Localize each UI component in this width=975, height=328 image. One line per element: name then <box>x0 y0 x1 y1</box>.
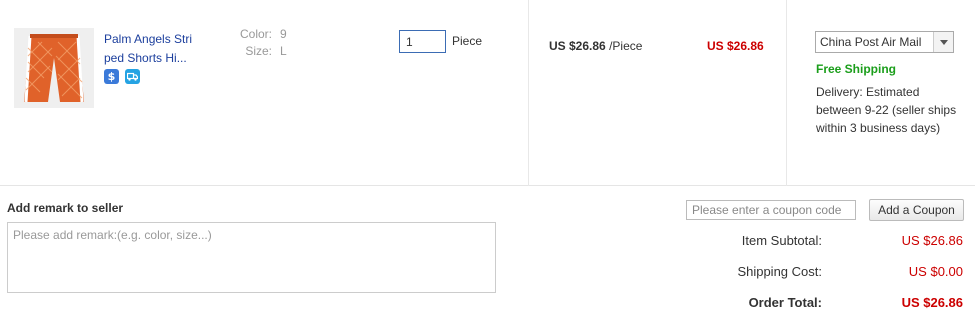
quantity-input[interactable] <box>399 30 446 53</box>
delivery-estimate: Delivery: Estimated between 9-22 (seller… <box>816 85 957 135</box>
remark-textarea[interactable] <box>7 222 496 293</box>
column-divider <box>528 0 529 186</box>
column-divider <box>786 0 787 186</box>
attribute-color: Color: 9 <box>232 26 287 43</box>
attribute-size: Size: L <box>232 43 287 60</box>
product-thumbnail[interactable] <box>14 28 94 108</box>
shipping-cost-label: Shipping Cost: <box>737 264 822 279</box>
add-coupon-button[interactable]: Add a Coupon <box>869 199 964 221</box>
item-subtotal-value: US $26.86 <box>901 233 963 248</box>
unit-price: US $26.86 /Piece <box>549 39 642 53</box>
coupon-code-input[interactable] <box>686 200 856 220</box>
shipping-badge-icon[interactable] <box>125 69 140 84</box>
dollar-badge-icon[interactable]: $ <box>104 69 119 84</box>
shipping-method-select[interactable]: China Post Air Mail <box>815 31 954 53</box>
free-shipping-label: Free Shipping <box>816 62 897 76</box>
chevron-down-icon[interactable] <box>933 32 953 52</box>
order-item-row: Palm Angels Stri ped Shorts Hi... $ Colo… <box>0 0 975 186</box>
product-attributes: Color: 9 Size: L <box>232 26 287 60</box>
attribute-key: Size: <box>245 44 272 58</box>
product-name-line-1[interactable]: Palm Angels Stri <box>104 30 202 49</box>
remark-label: Add remark to seller <box>7 201 124 215</box>
order-total-value: US $26.86 <box>901 295 963 310</box>
product-badges: $ <box>104 69 140 84</box>
quantity-unit: Piece <box>452 34 483 48</box>
unit-price-suffix: /Piece <box>609 39 643 53</box>
attribute-value: L <box>280 44 287 58</box>
line-total-price: US $26.86 <box>707 39 764 53</box>
order-total-label: Order Total: <box>748 295 822 310</box>
attribute-key: Color: <box>239 27 272 41</box>
shipping-cost-value: US $0.00 <box>908 264 963 279</box>
shipping-method-value[interactable]: China Post Air Mail <box>816 35 933 49</box>
unit-price-value: US $26.86 <box>549 39 606 53</box>
product-name-line-2[interactable]: ped Shorts Hi... <box>104 49 202 68</box>
attribute-value: 9 <box>280 27 287 41</box>
item-subtotal-label: Item Subtotal: <box>741 233 822 248</box>
product-name-link[interactable]: Palm Angels Stri ped Shorts Hi... <box>104 30 202 68</box>
